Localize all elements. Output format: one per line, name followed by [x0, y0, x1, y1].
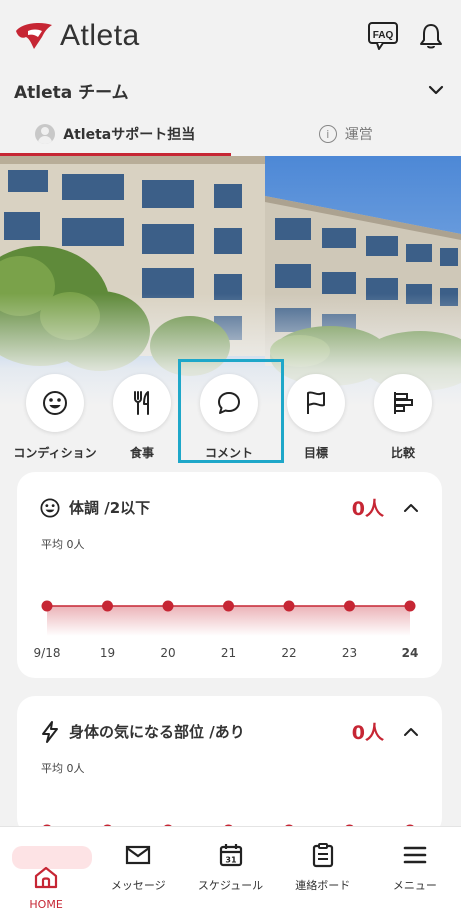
- faq-label: FAQ: [373, 30, 394, 41]
- role-tabs: Atletaサポート担当 i 運営: [0, 112, 461, 156]
- chart-point: [404, 600, 416, 612]
- chart-point: [344, 600, 355, 612]
- quick-nav-meal[interactable]: 食事: [99, 372, 185, 461]
- logo-mark-icon: [16, 23, 52, 49]
- compare-icon: [394, 392, 413, 414]
- card-average: 平均 0人: [41, 538, 85, 551]
- bottom-nav-label: スケジュール: [197, 879, 264, 892]
- info-icon: i: [318, 125, 337, 143]
- quick-nav-label: 目標: [303, 446, 328, 460]
- quick-nav-compare[interactable]: 比較: [360, 372, 446, 461]
- tab-atleta-support[interactable]: Atletaサポート担当: [0, 112, 231, 156]
- chart-point: [162, 600, 174, 612]
- chart-point: [283, 600, 295, 612]
- chevron-down-icon: [428, 85, 444, 95]
- clipboard-icon: [312, 843, 333, 868]
- flag-icon: [307, 391, 325, 414]
- card-title: 体調 /2以下: [69, 499, 151, 517]
- body-concern-card: 身体の気になる部位 /あり 0人 平均 0人 9/18192021222324: [17, 696, 442, 884]
- bottom-nav-schedule[interactable]: 31 スケジュール: [184, 827, 276, 911]
- card-count: 0人: [351, 722, 384, 744]
- faq-button[interactable]: FAQ: [367, 20, 399, 52]
- chevron-up-icon[interactable]: [402, 499, 420, 517]
- smile-icon: [43, 391, 67, 415]
- calendar-icon: 31: [219, 844, 242, 867]
- bottom-nav-label: HOME: [29, 898, 63, 911]
- notification-button[interactable]: [415, 20, 447, 52]
- bottom-nav-label: メッセージ: [110, 879, 166, 892]
- chevron-up-icon[interactable]: [402, 723, 420, 741]
- bottom-nav-label: メニュー: [392, 879, 437, 892]
- team-name: Atleta チーム: [14, 82, 129, 103]
- quick-nav-label: コンディション: [13, 446, 97, 460]
- lightning-icon: [42, 720, 58, 743]
- bottom-nav: HOME メッセージ 31 スケジュール 連絡ボード メニュー: [0, 826, 461, 911]
- bottom-nav-board[interactable]: 連絡ボード: [277, 827, 369, 911]
- calendar-day: 31: [225, 856, 237, 865]
- chart-point: [41, 600, 53, 612]
- card-count: 0人: [351, 498, 384, 520]
- bottom-nav-messages[interactable]: メッセージ: [92, 827, 184, 911]
- chart-tick-label: 19: [100, 646, 115, 660]
- chart-tick-label: 21: [221, 646, 236, 660]
- home-icon: [34, 866, 58, 889]
- chart-tick-label: 9/18: [34, 646, 61, 660]
- fork-knife-icon: [134, 391, 149, 415]
- quick-nav-label: 食事: [129, 446, 154, 460]
- bottom-nav-home[interactable]: HOME: [0, 827, 93, 911]
- bottom-nav-menu[interactable]: メニュー: [369, 827, 461, 911]
- app-header: Atleta FAQ: [0, 0, 461, 72]
- avatar-icon: [35, 124, 56, 144]
- selection-highlight: [178, 359, 284, 463]
- condition-chart: 9/18 19 20 21 22 23 24: [34, 600, 419, 660]
- condition-card: 体調 /2以下 0人 平均 0人 9/18 19 20 21 22 23 24: [17, 472, 442, 678]
- tab-management[interactable]: i 運営: [231, 112, 461, 156]
- chart-tick-label: 22: [281, 646, 296, 660]
- chart-tick-label: 24: [402, 646, 419, 660]
- app-logo: Atleta: [14, 19, 140, 53]
- quick-nav-goal[interactable]: 目標: [273, 372, 359, 461]
- chart-tick-label: 20: [160, 646, 175, 660]
- chart-point: [102, 600, 113, 612]
- app-name: Atleta: [60, 19, 140, 52]
- chart-tick-label: 23: [342, 646, 357, 660]
- faq-icon: FAQ: [368, 22, 398, 50]
- card-average: 平均 0人: [41, 762, 85, 775]
- tab-label: 運営: [344, 127, 373, 143]
- quick-nav-condition[interactable]: コンディション: [12, 372, 98, 461]
- bell-icon: [420, 24, 442, 49]
- smile-icon: [40, 497, 60, 518]
- tab-label: Atletaサポート担当: [63, 127, 196, 143]
- team-selector[interactable]: Atleta チーム: [0, 72, 461, 108]
- quick-nav-label: 比較: [390, 446, 415, 460]
- chart-point: [223, 600, 234, 612]
- menu-icon: [403, 846, 427, 864]
- mail-icon: [126, 845, 151, 865]
- card-title: 身体の気になる部位 /あり: [69, 723, 245, 741]
- bottom-nav-label: 連絡ボード: [295, 879, 351, 892]
